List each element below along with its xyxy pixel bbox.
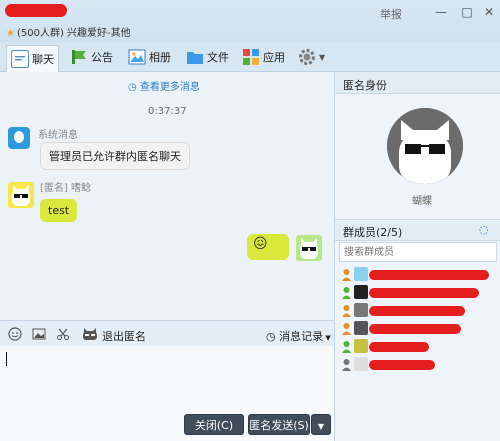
anonymous-send-button[interactable]: 匿名发送(S) [248,414,310,435]
my-message-bubble: 😖 [247,234,289,260]
member-search-input[interactable] [340,243,490,261]
close-window-button[interactable]: ✕ [480,4,498,20]
anonymous-avatar [8,182,34,208]
emoji: 😖 [253,236,268,252]
send-options-dropdown[interactable]: ▼ [311,414,331,435]
group-subtitle: ★ (500人群) 兴趣爱好-其他 [6,28,131,39]
announcement-icon [70,48,88,66]
tab-chat[interactable]: 聊天 [6,45,59,72]
input-toolbar: 退出匿名 ◷ 消息记录 ▼ [0,320,334,346]
close-button[interactable]: 关闭(C) [184,414,244,435]
redacted-member-name [369,306,465,316]
person-icon [341,358,352,371]
avatar [354,339,368,353]
member-row[interactable] [339,338,497,356]
chevron-down-icon: ▼ [323,334,331,342]
member-row[interactable] [339,356,497,374]
my-avatar [296,235,322,261]
message-sender: 系统消息 [38,130,78,141]
member-row[interactable] [339,302,497,320]
anonymous-identity-avatar [387,108,463,184]
avatar [354,285,368,299]
right-panel: 匿名身份 蝴蝶 群成员(2/5) ◌ [334,72,500,441]
anonymous-mask-icon [82,327,97,341]
star-icon: ★ [6,28,15,39]
chevron-down-icon: ▼ [317,422,325,431]
chat-messages: ◷ 查看更多消息 0:37:37 系统消息 管理员已允许群内匿名聊天 [匿名] … [0,72,334,320]
anonymous-nickname: 蝴蝶 [412,196,432,207]
person-icon [341,340,352,353]
member-search-box[interactable] [339,242,497,262]
settings-menu[interactable]: ▼ [294,45,329,69]
redacted-member-name [369,342,429,352]
report-button[interactable]: 举报 [380,6,402,22]
tab-files[interactable]: 文件 [182,45,233,69]
message-timestamp: 0:37:37 [148,106,187,117]
person-icon [341,268,352,281]
anonymous-identity-header: 匿名身份 [335,72,500,94]
exit-anonymous-button[interactable]: 退出匿名 [102,328,146,344]
message-sender: [匿名] 嗜鲶 [40,183,91,194]
message-bubble: test [40,199,78,222]
emoji-icon[interactable] [8,327,22,341]
avatar [354,303,368,317]
maximize-button[interactable]: □ [458,4,476,20]
clock-icon: ◷ [128,82,140,93]
avatar [354,321,368,335]
avatar [354,267,368,281]
redacted-member-name [369,288,479,298]
text-caret [6,352,7,366]
message-bubble: 管理员已允许群内匿名聊天 [40,142,190,170]
redacted-member-name [369,270,489,280]
apps-icon [242,48,260,66]
message-record-button[interactable]: ◷ 消息记录 ▼ [266,328,331,344]
album-icon [128,48,146,66]
redacted-member-name [369,360,435,370]
redacted-group-name [5,4,67,17]
message-input[interactable] [0,346,334,411]
person-icon [341,322,352,335]
view-more-messages-link[interactable]: ◷ 查看更多消息 [128,78,200,93]
tab-announcement[interactable]: 公告 [66,45,117,69]
system-avatar [8,127,30,149]
member-row[interactable] [339,266,497,284]
gear-icon [298,48,316,66]
chat-bubble-icon[interactable]: ◌ [479,223,489,236]
avatar [354,357,368,371]
minimize-button[interactable]: — [432,4,450,20]
group-toolbar: 聊天 公告 相册 文件 应用 ▼ [0,42,500,72]
chevron-down-icon: ▼ [319,52,326,62]
clock-icon: ◷ [266,330,280,343]
members-header: 群成员(2/5) ◌ [335,219,500,241]
image-icon[interactable] [32,327,46,341]
folder-icon [186,48,204,66]
member-row[interactable] [339,320,497,338]
chat-icon [11,50,29,68]
title-bar: ★ (500人群) 兴趣爱好-其他 举报 — □ ✕ [0,0,500,42]
send-bar: 关闭(C) 匿名发送(S) ▼ [0,411,334,441]
scissors-icon[interactable] [56,327,70,341]
tab-apps[interactable]: 应用 [238,45,289,69]
person-icon [341,286,352,299]
member-row[interactable] [339,284,497,302]
tab-album[interactable]: 相册 [124,45,175,69]
person-icon [341,304,352,317]
redacted-member-name [369,324,461,334]
